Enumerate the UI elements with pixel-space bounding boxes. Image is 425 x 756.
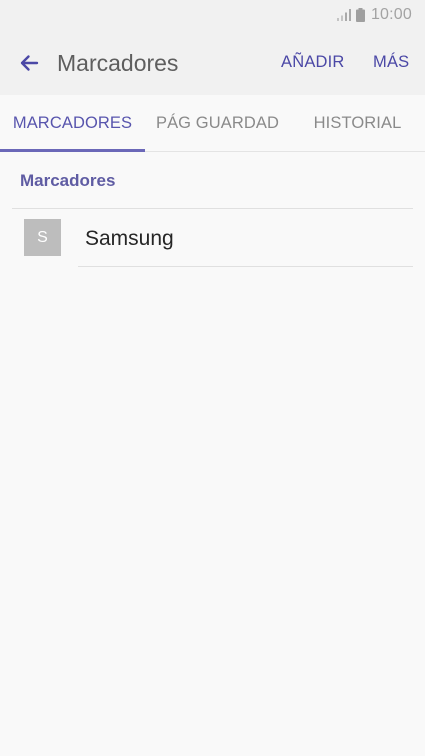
favicon: S — [24, 219, 61, 256]
back-button[interactable] — [14, 48, 44, 78]
add-button[interactable]: AÑADIR — [281, 51, 345, 73]
app-bar: Marcadores AÑADIR MÁS — [0, 30, 425, 95]
tab-bar: MARCADORES PÁG GUARDAD HISTORIAL — [0, 95, 425, 152]
status-time: 10:00 — [370, 6, 412, 23]
item-divider — [78, 266, 413, 267]
browser-bookmarks-screen: 10:00 Marcadores AÑADIR MÁS MARCADORES P… — [0, 0, 425, 756]
favicon-letter: S — [37, 228, 48, 246]
tab-indicator — [0, 149, 145, 152]
bookmark-item-samsung[interactable]: S Samsung — [0, 209, 425, 267]
page-title: Marcadores — [57, 50, 179, 76]
arrow-left-icon — [20, 55, 39, 71]
tab-history[interactable]: HISTORIAL — [290, 95, 425, 151]
tab-saved-pages[interactable]: PÁG GUARDAD — [145, 95, 290, 151]
signal-icon — [336, 9, 351, 21]
more-button[interactable]: MÁS — [373, 51, 409, 73]
bookmark-title: Samsung — [85, 227, 174, 250]
status-indicators: 10:00 — [336, 5, 412, 25]
section-header: Marcadores — [20, 171, 116, 190]
battery-icon — [355, 8, 365, 22]
tab-bookmarks[interactable]: MARCADORES — [0, 95, 145, 151]
status-bar: 10:00 — [0, 0, 425, 30]
